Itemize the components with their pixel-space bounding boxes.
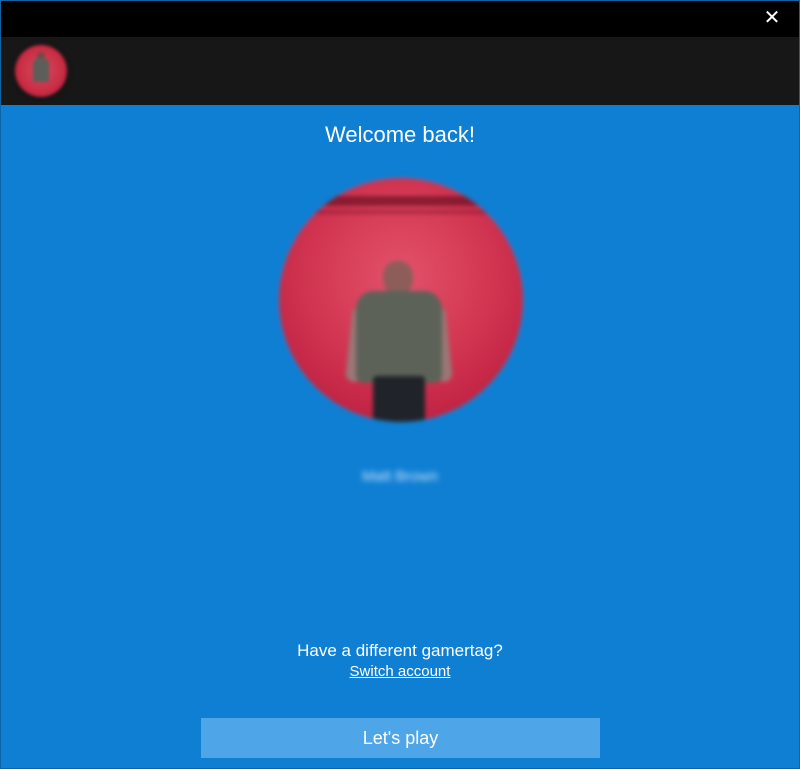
avatar-person-legs [373,376,425,422]
switch-account-container: Switch account [1,662,799,682]
avatar-person-body [356,291,442,383]
lets-play-button[interactable]: Let's play [201,718,600,758]
avatar-background-line [279,196,523,206]
switch-account-link[interactable]: Switch account [350,663,451,680]
close-button[interactable]: ✕ [745,1,799,37]
profile-username: Matt Brown [362,468,438,485]
different-gamertag-text: Have a different gamertag? [297,641,503,660]
header-avatar[interactable] [15,45,67,97]
sign-in-panel: Welcome back! Matt Brown Have a differen… [1,105,799,768]
avatar-body-shape [33,58,49,82]
avatar-background-line [279,210,523,214]
avatar-person-head [383,261,413,295]
title-bar: ✕ [1,1,799,37]
close-icon[interactable]: ✕ [764,7,781,29]
xbox-sign-in-window: ✕ Welcome back! Matt Brown Have a differ… [0,0,800,769]
profile-avatar [279,178,523,422]
welcome-heading: Welcome back! [325,122,475,147]
account-header [1,37,799,105]
